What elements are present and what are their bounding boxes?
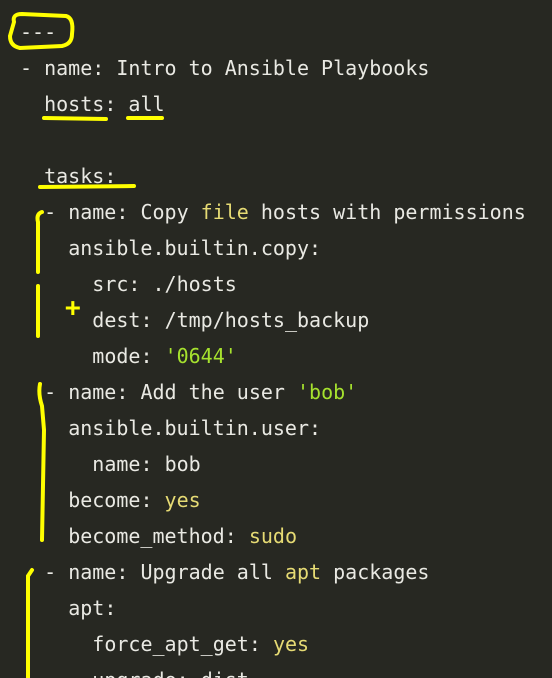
yaml-key: hosts [44,92,105,116]
yaml-separator: : [104,596,117,620]
yaml-key: name [68,560,117,584]
yaml-separator: : [309,236,322,260]
yaml-separator: : [248,632,273,656]
yaml-value: --- [20,20,57,44]
yaml-separator: : [140,488,165,512]
yaml-value: yes [164,488,201,512]
yaml-separator: : [116,560,141,584]
yaml-separator: : [140,452,165,476]
yaml-separator: : [224,524,249,548]
code-line[interactable]: ansible.builtin.user: [68,410,321,446]
yaml-key: ansible.builtin.copy [68,236,310,260]
code-line[interactable]: ansible.builtin.copy: [68,230,321,266]
yaml-key: name [44,56,93,80]
code-line[interactable]: src: ./hosts [92,266,237,302]
yaml-value: dist [201,668,249,678]
code-line[interactable]: --- [20,14,56,50]
yaml-value-part: Add the user [140,380,297,404]
yaml-key: name [92,452,141,476]
yaml-value-part: Copy [140,200,201,224]
yaml-separator: : [140,344,165,368]
yaml-separator: : [128,272,153,296]
code-line[interactable]: become_method: sudo [68,518,297,554]
yaml-key: src [92,272,129,296]
yaml-value-part: packages [321,560,430,584]
yaml-separator: : [140,308,165,332]
yaml-value-part: apt [284,560,322,584]
yaml-key: become [68,488,141,512]
code-line[interactable]: hosts: all [44,86,164,122]
yaml-key: name [68,380,117,404]
code-line[interactable]: mode: '0644' [92,338,237,374]
code-line[interactable]: - name: Copy file hosts with permissions [44,194,526,230]
yaml-value: sudo [248,524,297,548]
code-line[interactable]: - name: Upgrade all apt packages [44,554,429,590]
yaml-key: ansible.builtin.user [68,416,310,440]
yaml-key: force_apt_get [92,632,249,656]
yaml-key: upgrade [92,668,176,678]
code-line[interactable]: become: yes [68,482,200,518]
yaml-value: ./hosts [152,272,237,296]
yaml-value: '0644' [164,344,237,368]
code-line[interactable]: dest: /tmp/hosts_backup [92,302,369,338]
code-line[interactable]: tasks: [44,158,116,194]
yaml-value: all [128,92,165,116]
yaml-key: tasks [44,164,105,188]
yaml-key: apt [68,596,105,620]
code-line[interactable]: apt: [68,590,116,626]
list-dash: - [44,560,69,584]
list-dash: - [44,200,69,224]
yaml-value-part: hosts with permissions [248,200,526,224]
yaml-separator: : [104,164,117,188]
code-line[interactable]: force_apt_get: yes [92,626,309,662]
list-dash: - [44,380,69,404]
yaml-separator: : [177,668,201,678]
yaml-value: /tmp/hosts_backup [164,308,370,332]
yaml-separator: : [104,92,129,116]
yaml-value: yes [272,632,310,656]
yaml-key: mode [92,344,141,368]
yaml-key: dest [92,308,141,332]
code-line[interactable]: upgrade: dist [92,662,249,678]
yaml-separator: : [116,200,141,224]
yaml-separator: : [116,380,141,404]
yaml-value: bob [164,452,201,476]
yaml-separator: : [309,416,322,440]
code-editor[interactable]: --- - name: Intro to Ansible Playbooks hos… [0,0,552,678]
code-line[interactable]: - name: Add the user 'bob' [44,374,357,410]
code-line[interactable]: name: bob [92,446,200,482]
code-line[interactable]: - name: Intro to Ansible Playbooks [20,50,429,86]
yaml-value-part: file [200,200,249,224]
yaml-value-part: Upgrade all [140,560,285,584]
yaml-value: Intro to Ansible Playbooks [116,56,430,80]
yaml-value-part: 'bob' [297,380,358,404]
yaml-key: name [68,200,117,224]
list-dash: - [20,56,45,80]
yaml-key: become_method [68,524,225,548]
yaml-separator: : [92,56,117,80]
